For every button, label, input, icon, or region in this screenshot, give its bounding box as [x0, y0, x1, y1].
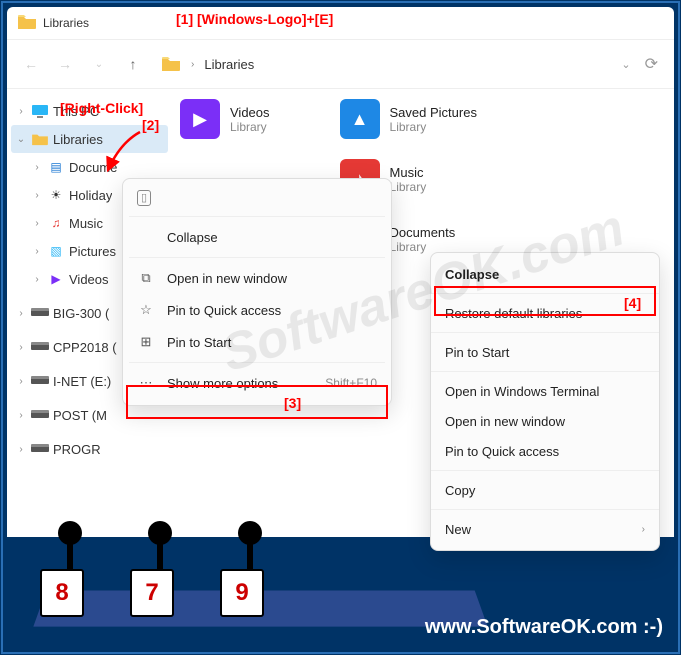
tree-label: Videos [69, 272, 109, 287]
ctx-show-more-options[interactable]: ⋯ Show more options Shift+F10 [129, 367, 385, 399]
chevron-icon: › [31, 190, 43, 201]
footer-url: www.SoftwareOK.com :-) [425, 616, 663, 639]
tree-label: Docume [69, 160, 117, 175]
shortcut-label: Shift+F10 [325, 376, 377, 390]
chevron-icon: ⌄ [15, 134, 27, 145]
chevron-icon: › [15, 308, 27, 319]
forward-button[interactable]: → [51, 50, 79, 78]
ctx-label: Open in new window [167, 271, 287, 286]
ctx2-collapse[interactable]: Collapse [431, 259, 659, 289]
tree-label: Music [69, 216, 103, 231]
decorative-stage: 8 7 9 [40, 517, 431, 627]
library-icon: ▲ [340, 99, 380, 139]
tree-icon [31, 304, 49, 322]
ctx2-open-terminal[interactable]: Open in Windows Terminal [431, 376, 659, 406]
tree-item-libraries[interactable]: ⌄ Libraries [11, 125, 168, 153]
tree-label: Libraries [53, 132, 103, 147]
tree-label: POST (M [53, 408, 107, 423]
tree-item-progr[interactable]: › PROGR [11, 435, 168, 463]
chevron-icon: › [15, 410, 27, 421]
tree-icon [31, 406, 49, 424]
library-icon: ▶ [180, 99, 220, 139]
tree-label: CPP2018 ( [53, 340, 117, 355]
decor-box: 7 [130, 569, 174, 617]
ctx-label: Show more options [167, 376, 278, 391]
library-sub: Library [390, 120, 477, 134]
ctx-collapse[interactable]: Collapse [129, 221, 385, 253]
chevron-icon: › [15, 444, 27, 455]
chevron-icon: › [31, 218, 43, 229]
ctx-label: Pin to Start [167, 335, 231, 350]
tree-icon: ▤ [47, 158, 65, 176]
back-button[interactable]: ← [17, 50, 45, 78]
chevron-icon: › [31, 274, 43, 285]
navbar: ← → ⌄ ↑ › Libraries ⌄ ⟳ [7, 40, 674, 88]
tree-item-this-pc[interactable]: › This PC [11, 97, 168, 125]
tree-icon: ▶ [47, 270, 65, 288]
address-bar[interactable]: › Libraries [153, 50, 615, 78]
window-title: Libraries [43, 16, 89, 30]
chevron-icon: › [15, 376, 27, 387]
star-icon: ☆ [137, 302, 155, 318]
tree-label: Holiday [69, 188, 112, 203]
folder-icon [17, 14, 37, 33]
more-icon: ⋯ [137, 375, 155, 391]
tree-item-docume[interactable]: › ▤ Docume [11, 153, 168, 181]
ctx-pin-quick-access[interactable]: ☆ Pin to Quick access [129, 294, 385, 326]
tree-label: BIG-300 ( [53, 306, 109, 321]
recent-dropdown[interactable]: ⌄ [85, 50, 113, 78]
ctx2-copy[interactable]: Copy [431, 475, 659, 505]
chevron-right-icon: › [191, 59, 194, 70]
ctx2-pin-start[interactable]: Pin to Start [431, 337, 659, 367]
tree-icon [31, 102, 49, 120]
chevron-icon: › [15, 342, 27, 353]
tree-label: PROGR [53, 442, 101, 457]
pin-icon: ⊞ [137, 334, 155, 350]
tree-icon: ☀ [47, 186, 65, 204]
tree-icon: ▧ [47, 242, 65, 260]
chevron-icon: › [15, 106, 27, 117]
chevron-icon: › [31, 162, 43, 173]
tree-icon [31, 130, 49, 148]
ctx2-new[interactable]: New› [431, 514, 659, 544]
library-name: Documents [390, 225, 456, 240]
refresh-button[interactable]: ⟳ [645, 54, 658, 74]
decor-box: 9 [220, 569, 264, 617]
library-item-videos[interactable]: ▶ VideosLibrary [180, 99, 270, 139]
library-sub: Library [390, 180, 427, 194]
breadcrumb[interactable]: Libraries [204, 57, 254, 72]
library-name: Music [390, 165, 427, 180]
copy-icon[interactable]: ▯ [137, 190, 151, 206]
context-menu-secondary: Collapse Restore default libraries Pin t… [430, 252, 660, 551]
up-button[interactable]: ↑ [119, 50, 147, 78]
tree-icon: ♫ [47, 214, 65, 232]
ctx-open-new-window[interactable]: ⧉ Open in new window [129, 262, 385, 294]
library-name: Videos [230, 105, 270, 120]
ctx-label: Pin to Quick access [167, 303, 281, 318]
context-menu-primary: ▯ Collapse ⧉ Open in new window ☆ Pin to… [122, 178, 392, 406]
tree-label: Pictures [69, 244, 116, 259]
tree-label: I-NET (E:) [53, 374, 111, 389]
chevron-right-icon: › [642, 524, 645, 535]
tree-label: This PC [53, 104, 99, 119]
tree-icon [31, 338, 49, 356]
library-name: Saved Pictures [390, 105, 477, 120]
ctx-label: Collapse [167, 230, 218, 245]
chevron-icon: › [31, 246, 43, 257]
refresh-dropdown[interactable]: ⌄ [621, 58, 630, 71]
tree-icon [31, 440, 49, 458]
titlebar: Libraries [7, 7, 674, 39]
decor-box: 8 [40, 569, 84, 617]
tree-icon [31, 372, 49, 390]
ctx2-pin-quick[interactable]: Pin to Quick access [431, 436, 659, 466]
library-item-saved-pictures[interactable]: ▲ Saved PicturesLibrary [340, 99, 477, 139]
open-new-icon: ⧉ [137, 270, 155, 286]
library-sub: Library [230, 120, 270, 134]
ctx-pin-start[interactable]: ⊞ Pin to Start [129, 326, 385, 358]
ctx2-restore-default[interactable]: Restore default libraries [431, 298, 659, 328]
folder-icon [161, 56, 181, 72]
ctx2-open-new-window[interactable]: Open in new window [431, 406, 659, 436]
